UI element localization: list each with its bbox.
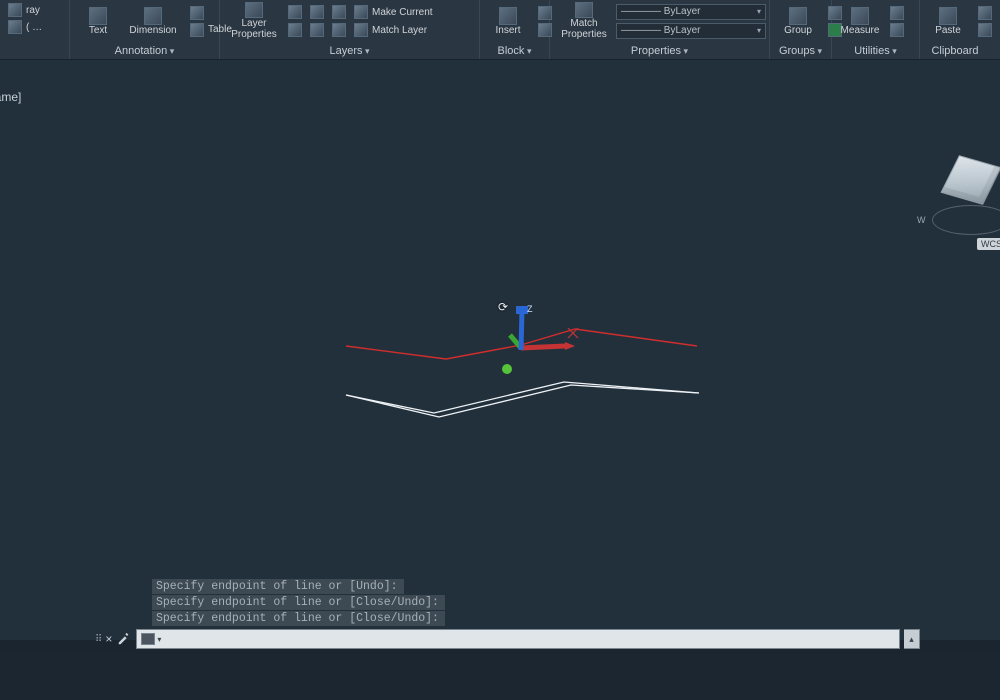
layer-btn-b[interactable]: [308, 4, 326, 20]
match-properties-icon: [575, 2, 593, 18]
text-tool[interactable]: Text: [76, 2, 120, 40]
prompt-icon: [141, 633, 155, 645]
white-line-front: [346, 385, 699, 417]
wcs-badge[interactable]: WCS: [977, 238, 1000, 250]
panel-annotation-title[interactable]: Annotation: [74, 42, 215, 61]
insert-tool[interactable]: Insert: [486, 2, 530, 40]
leader-icon: [190, 6, 204, 20]
command-line: ⠿ × ▾ ▴: [95, 628, 920, 650]
axis-x: [521, 346, 565, 348]
history-line: Specify endpoint of line or [Close/Undo]…: [152, 611, 445, 626]
panel-layers: LayerProperties Make Current Match Layer…: [220, 0, 480, 59]
lineweight-dropdown[interactable]: ———— ByLayer: [616, 23, 766, 39]
match-layer-icon: [354, 23, 368, 37]
panel-block-title[interactable]: Block: [484, 42, 545, 61]
match-properties-tool[interactable]: MatchProperties: [556, 2, 612, 40]
insert-icon: [499, 7, 517, 25]
panel-layers-title[interactable]: Layers: [224, 42, 475, 61]
command-input[interactable]: ▾: [136, 629, 900, 649]
command-history: Specify endpoint of line or [Undo]: Spec…: [152, 578, 445, 626]
cmd-close-icon[interactable]: ×: [105, 632, 112, 646]
panel-modify-title: [4, 40, 65, 59]
axis-x-tip: [565, 342, 575, 350]
layer-btn-e[interactable]: [308, 22, 326, 38]
cmd-history-toggle[interactable]: ▴: [904, 629, 920, 649]
white-line-back: [346, 382, 699, 413]
paste-tool[interactable]: Paste: [926, 2, 970, 40]
panel-groups: Group Groups: [770, 0, 832, 59]
panel-properties: MatchProperties ———— ByLayer ———— ByLaye…: [550, 0, 770, 59]
match-layer-tool[interactable]: Match Layer: [352, 22, 429, 38]
cmd-customize-icon[interactable]: [116, 631, 132, 647]
bottom-strip: [0, 654, 1000, 700]
util-btn-a[interactable]: [888, 5, 906, 21]
dimension-tool[interactable]: Dimension: [124, 2, 182, 40]
panel-utilities: Measure Utilities: [832, 0, 920, 59]
leader-tool[interactable]: [188, 5, 206, 21]
measure-tool[interactable]: Measure: [838, 2, 882, 40]
panel-clipboard-title: Clipboard: [924, 42, 986, 61]
util-btn-b[interactable]: [888, 22, 906, 38]
ray-tool[interactable]: ray: [6, 2, 42, 18]
panel-block: Insert Block: [480, 0, 550, 59]
drawing-area[interactable]: ireframe] Z ⟳ W WCS: [0, 60, 1000, 640]
ribbon: ray ( … Text Dimension Table Annotation: [0, 0, 1000, 60]
clip-btn-b[interactable]: [976, 22, 994, 38]
cmd-grip-icon[interactable]: ⠿: [95, 634, 101, 645]
history-line: Specify endpoint of line or [Undo]:: [152, 579, 404, 594]
table-icon: [190, 23, 204, 37]
panel-properties-title[interactable]: Properties: [554, 42, 765, 61]
panel-modify-partial: ray ( …: [0, 0, 70, 59]
z-label: Z: [527, 304, 533, 314]
viewcube[interactable]: W: [936, 145, 1000, 215]
origin-dot: [502, 364, 512, 374]
panel-clipboard: Paste Clipboard: [920, 0, 990, 59]
group-icon: [789, 7, 807, 25]
history-line: Specify endpoint of line or [Close/Undo]…: [152, 595, 445, 610]
scene-svg: Z: [0, 60, 1000, 640]
layer-btn-f[interactable]: [330, 22, 348, 38]
paste-icon: [939, 7, 957, 25]
layer-btn-c[interactable]: [330, 4, 348, 20]
clip-btn-a[interactable]: [976, 5, 994, 21]
layers-icon: [245, 2, 263, 18]
text-icon: [89, 7, 107, 25]
make-current-tool[interactable]: Make Current: [352, 4, 435, 20]
layer-btn-d[interactable]: [286, 22, 304, 38]
panel-annotation: Text Dimension Table Annotation: [70, 0, 220, 59]
layer-btn-a[interactable]: [286, 4, 304, 20]
panel-groups-title[interactable]: Groups: [774, 42, 827, 61]
group-tool[interactable]: Group: [776, 2, 820, 40]
make-current-icon: [354, 5, 368, 19]
array-tool[interactable]: ( …: [6, 19, 44, 35]
measure-icon: [851, 7, 869, 25]
panel-utilities-title[interactable]: Utilities: [836, 42, 915, 61]
linetype-dropdown[interactable]: ———— ByLayer: [616, 4, 766, 20]
layer-properties-tool[interactable]: LayerProperties: [226, 2, 282, 40]
viewport-label[interactable]: ireframe]: [0, 90, 21, 104]
dimension-icon: [144, 7, 162, 25]
axis-z: [521, 310, 522, 350]
